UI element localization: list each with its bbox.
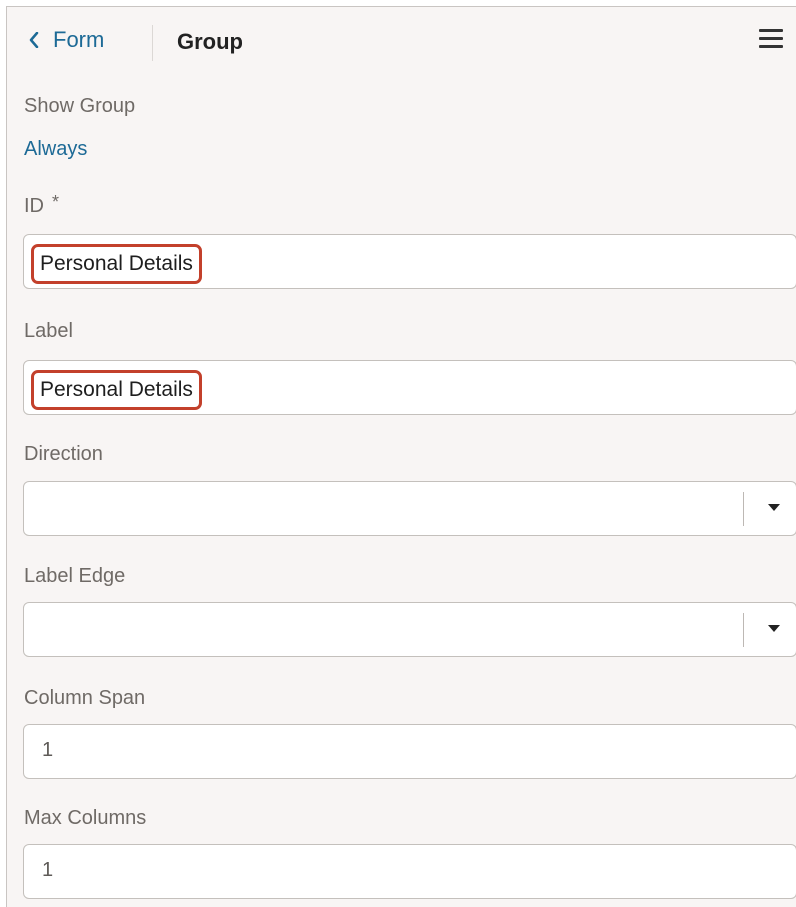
show-group-value-link[interactable]: Always [24,138,87,161]
required-marker: * [52,192,60,212]
column-span-value: 1 [42,739,54,761]
label-value-highlight: Personal Details [31,370,202,410]
direction-label: Direction [24,443,103,465]
back-to-form-link[interactable]: Form [29,27,104,53]
show-group-label: Show Group [24,95,136,117]
id-label-text: ID [24,195,44,217]
caret-down-icon[interactable] [767,624,781,633]
caret-down-icon[interactable] [767,503,781,512]
id-value-highlight: Personal Details [31,244,202,284]
label-edge-label: Label Edge [24,565,126,587]
label-label: Label [24,320,73,342]
back-label[interactable]: Form [53,27,104,53]
direction-select[interactable] [23,481,796,536]
header-divider [152,25,153,61]
label-edge-select[interactable] [23,602,796,657]
label-field[interactable]: Personal Details [23,360,796,415]
properties-panel: Form Group Show Group Always ID * Persona… [6,6,796,907]
select-separator [743,492,744,526]
panel-title: Group [177,29,243,54]
max-columns-input[interactable]: 1 [23,844,796,899]
id-label: ID * [24,192,60,218]
select-separator [743,613,744,647]
max-columns-value: 1 [42,859,54,881]
chevron-left-icon [29,32,39,48]
max-columns-label: Max Columns [24,807,147,829]
panel-header: Form Group [7,7,796,75]
hamburger-menu-icon[interactable] [759,29,783,51]
column-span-input[interactable]: 1 [23,724,796,779]
id-field[interactable]: Personal Details [23,234,796,289]
column-span-label: Column Span [24,687,146,709]
